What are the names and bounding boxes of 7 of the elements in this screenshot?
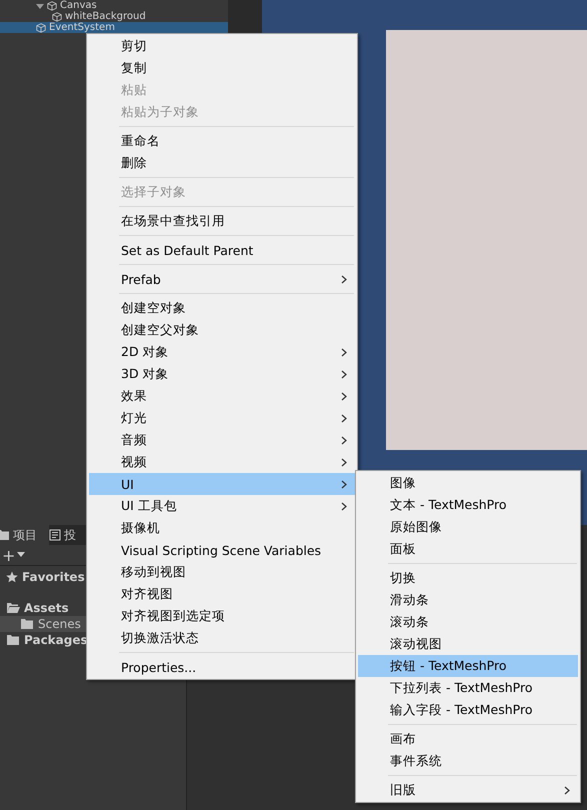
hierarchy-label: whiteBackgroud — [65, 11, 146, 22]
hierarchy-label: Canvas — [60, 0, 97, 11]
tree-label: Favorites — [22, 570, 85, 584]
hierarchy-label: EventSystem — [49, 22, 115, 33]
tree-label: Scenes — [38, 617, 81, 631]
tree-label: Assets — [24, 601, 69, 615]
tree-label: Packages — [24, 633, 88, 647]
